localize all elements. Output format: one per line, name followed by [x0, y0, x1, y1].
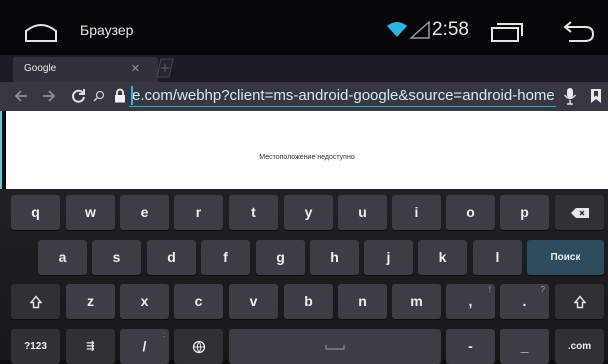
location-message: Местоположение недоступно	[259, 154, 355, 161]
key-dash[interactable]: -	[446, 329, 495, 364]
search-go-button[interactable]: Поиск	[527, 240, 604, 275]
signal-icon	[409, 21, 430, 39]
forward-arrow-icon[interactable]	[41, 88, 57, 104]
app-title: Браузер	[80, 22, 134, 38]
search-icon	[93, 90, 105, 102]
key-k[interactable]: k	[418, 240, 467, 275]
key-period[interactable]: . ?	[500, 284, 549, 319]
onscreen-keyboard: q w e r t y u i o p a s d f g h j k l По…	[0, 189, 608, 364]
key-f[interactable]: f	[201, 240, 250, 275]
page-content: Местоположение недоступно	[6, 111, 608, 189]
key-c[interactable]: c	[174, 284, 223, 319]
key-settings[interactable]: ⇶	[66, 329, 115, 364]
home-icon[interactable]	[24, 21, 58, 43]
tab-label: Google	[24, 63, 57, 74]
new-tab-icon[interactable]	[152, 56, 174, 78]
back-arrow-icon[interactable]	[13, 88, 29, 104]
tab-google[interactable]: Google ×	[13, 57, 158, 82]
key-space[interactable]	[229, 329, 441, 364]
space-icon	[325, 344, 345, 350]
key-period-label: .	[522, 293, 527, 309]
key-b[interactable]: b	[284, 284, 333, 319]
key-l[interactable]: l	[473, 240, 522, 275]
key-d[interactable]: d	[147, 240, 196, 275]
recent-apps-icon[interactable]	[490, 22, 524, 42]
key-t[interactable]: t	[229, 195, 278, 230]
key-v[interactable]: v	[229, 284, 278, 319]
key-shift-left[interactable]	[11, 284, 60, 319]
key-symbols[interactable]: ?123	[11, 329, 60, 364]
wifi-icon	[387, 22, 407, 37]
key-shift-right[interactable]	[555, 284, 604, 319]
key-h[interactable]: h	[310, 240, 359, 275]
key-slash[interactable]: / :	[120, 329, 169, 364]
url-field[interactable]: e.com/webhp?client=ms-android-google&sou…	[129, 86, 556, 107]
key-q[interactable]: q	[11, 195, 60, 230]
shift-icon	[29, 295, 42, 308]
key-w[interactable]: w	[66, 195, 115, 230]
key-x[interactable]: x	[120, 284, 169, 319]
lock-icon	[115, 88, 125, 103]
key-i[interactable]: i	[392, 195, 441, 230]
reload-icon[interactable]	[71, 88, 86, 104]
key-e[interactable]: e	[120, 195, 169, 230]
bookmarks-icon[interactable]	[590, 88, 602, 104]
key-r[interactable]: r	[174, 195, 223, 230]
key-comma-hint: !	[488, 285, 491, 294]
key-comma[interactable]: , !	[446, 284, 495, 319]
url-text: e.com/webhp?client=ms-android-google&sou…	[132, 87, 555, 104]
key-u[interactable]: u	[338, 195, 387, 230]
shift-icon	[573, 295, 586, 308]
key-period-hint: ?	[540, 285, 545, 294]
key-dotcom[interactable]: .com	[555, 329, 604, 364]
key-p[interactable]: p	[500, 195, 549, 230]
microphone-icon[interactable]	[563, 87, 577, 105]
key-y[interactable]: y	[284, 195, 333, 230]
back-icon[interactable]	[561, 21, 595, 43]
key-language[interactable]	[174, 329, 223, 364]
close-tab-icon[interactable]: ×	[131, 60, 140, 77]
key-s[interactable]: s	[92, 240, 141, 275]
key-g[interactable]: g	[256, 240, 305, 275]
key-comma-label: ,	[468, 293, 473, 309]
text-cursor	[131, 86, 133, 105]
clock: 2:58	[432, 19, 469, 40]
backspace-icon	[570, 207, 589, 218]
key-slash-label: /	[142, 338, 147, 354]
key-underscore[interactable]: _	[500, 329, 549, 364]
key-n[interactable]: n	[338, 284, 387, 319]
status-bar: Браузер 2:58	[0, 0, 608, 55]
key-m[interactable]: m	[392, 284, 441, 319]
key-j[interactable]: j	[364, 240, 413, 275]
key-z[interactable]: z	[66, 284, 115, 319]
globe-icon	[192, 340, 205, 353]
key-o[interactable]: o	[446, 195, 495, 230]
key-backspace[interactable]	[555, 195, 604, 230]
key-a[interactable]: a	[38, 240, 87, 275]
key-slash-hint: :	[162, 330, 165, 339]
